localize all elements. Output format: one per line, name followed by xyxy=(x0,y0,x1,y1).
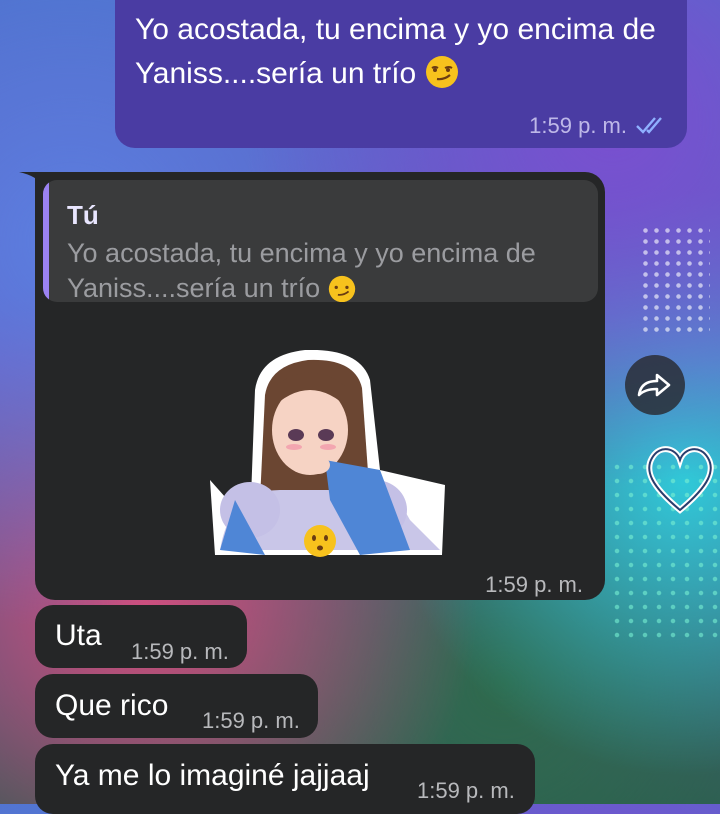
outgoing-message-text: Yo acostada, tu encima y yo encima de Ya… xyxy=(135,8,675,96)
incoming-message-time: 1:59 p. m. xyxy=(202,708,300,733)
double-check-icon xyxy=(636,117,662,134)
incoming-message-text: Que rico xyxy=(55,689,169,722)
heart-decoration-icon xyxy=(646,446,714,514)
outgoing-message-time: 1:59 p. m. xyxy=(529,113,627,138)
background-dots xyxy=(640,225,710,335)
quoted-reply-author: Tú xyxy=(67,200,99,230)
incoming-reply-time: 1:59 p. m. xyxy=(485,572,583,597)
incoming-message-bubble[interactable]: Uta 1:59 p. m. xyxy=(35,605,247,668)
incoming-message-bubble[interactable]: Que rico 1:59 p. m. xyxy=(35,674,318,738)
incoming-message-time: 1:59 p. m. xyxy=(417,778,515,803)
incoming-reply-bubble[interactable]: Tú Yo acostada, tu encima y yo encima de… xyxy=(35,172,605,600)
incoming-message-text: Ya me lo imaginé jajjaaj xyxy=(55,759,370,792)
smirking-face-emoji-icon xyxy=(425,56,458,88)
quoted-reply[interactable]: Tú Yo acostada, tu encima y yo encima de… xyxy=(43,180,598,302)
incoming-message-time: 1:59 p. m. xyxy=(131,639,229,664)
forward-button[interactable] xyxy=(625,355,685,415)
outgoing-message-bubble[interactable]: Yo acostada, tu encima y yo encima de Ya… xyxy=(115,0,687,148)
incoming-message-text: Uta xyxy=(55,619,102,652)
hushed-face-emoji-icon xyxy=(304,525,336,557)
quoted-reply-body: Yo acostada, tu encima y yo encima de Ya… xyxy=(67,238,536,302)
quoted-reply-text: Yo acostada, tu encima y yo encima de Ya… xyxy=(67,236,587,302)
quoted-reply-accent-bar xyxy=(43,180,49,302)
smirking-face-emoji-icon xyxy=(328,275,355,302)
outgoing-message-body: Yo acostada, tu encima y yo encima de Ya… xyxy=(135,13,656,90)
forward-icon xyxy=(637,373,671,397)
